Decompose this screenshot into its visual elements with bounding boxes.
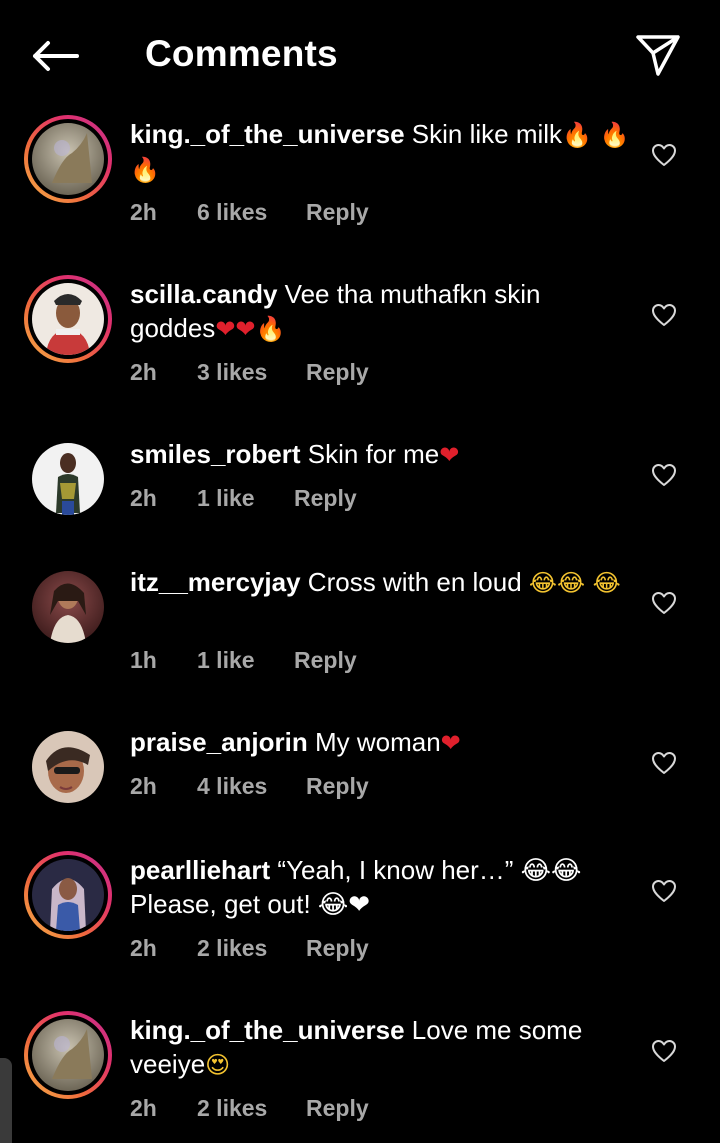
comment-likes[interactable]: 2 likes: [197, 1095, 306, 1122]
comment-time: 2h: [130, 199, 157, 225]
comment-time: 2h: [130, 773, 157, 799]
avatar[interactable]: [24, 1011, 112, 1099]
avatar[interactable]: [24, 723, 112, 811]
comment-emoji: ❤: [439, 441, 460, 469]
heart-outline-icon: [652, 1040, 676, 1062]
comment-emoji: ❤❤🔥: [215, 315, 286, 343]
avatar-image: [32, 731, 104, 803]
avatar[interactable]: [24, 275, 112, 363]
like-button[interactable]: [648, 459, 680, 491]
comment-meta: 2h 1 like Reply: [130, 485, 357, 512]
avatar[interactable]: [24, 115, 112, 203]
comment-emoji: 😂😂 😂: [528, 569, 621, 597]
comment-username[interactable]: smiles_robert: [130, 439, 301, 469]
avatar-image: [32, 859, 104, 931]
comment-username[interactable]: praise_anjorin: [130, 727, 308, 757]
comment-text: praise_anjorin My woman❤: [130, 725, 630, 760]
like-button[interactable]: [648, 747, 680, 779]
scroll-edge-handle[interactable]: [0, 1058, 12, 1143]
comment-username[interactable]: king._of_the_universe: [130, 119, 405, 149]
avatar[interactable]: [24, 851, 112, 939]
comment-text: itz__mercyjay Cross with en loud 😂😂 😂: [130, 565, 630, 600]
reply-button[interactable]: Reply: [306, 1095, 369, 1122]
like-button[interactable]: [648, 139, 680, 171]
avatar-image: [32, 123, 104, 195]
like-button[interactable]: [648, 299, 680, 331]
comment-username[interactable]: itz__mercyjay: [130, 567, 301, 597]
like-button[interactable]: [648, 875, 680, 907]
comment-meta: 2h 6 likes Reply: [130, 199, 369, 226]
comment-username[interactable]: pearlliehart: [130, 855, 270, 885]
heart-outline-icon: [652, 592, 676, 614]
comment-time: 2h: [130, 935, 157, 961]
reply-button[interactable]: Reply: [306, 199, 369, 226]
avatar[interactable]: [24, 435, 112, 523]
comment-list: king._of_the_universe Skin like milk🔥 🔥 …: [0, 0, 720, 1143]
comment-text: king._of_the_universe Love me some veeiy…: [130, 1013, 630, 1082]
comment-text: smiles_robert Skin for me❤: [130, 437, 630, 472]
like-button[interactable]: [648, 587, 680, 619]
comment-body: My woman: [314, 727, 441, 757]
comment-body: Skin like milk: [411, 119, 563, 149]
comment-time: 2h: [130, 485, 157, 511]
comment-meta: 1h 1 like Reply: [130, 647, 357, 674]
reply-button[interactable]: Reply: [306, 773, 369, 800]
comment-time: 2h: [130, 359, 157, 385]
comment-likes[interactable]: 1 like: [197, 647, 294, 674]
like-button[interactable]: [648, 1035, 680, 1067]
heart-outline-icon: [652, 464, 676, 486]
comment-text: scilla.candy Vee tha muthafkn skin godde…: [130, 277, 630, 346]
comment-emoji: 😍: [205, 1051, 231, 1079]
comment-likes[interactable]: 1 like: [197, 485, 294, 512]
avatar-image: [32, 283, 104, 355]
avatar-image: [32, 1019, 104, 1091]
comment-text: pearlliehart “Yeah, I know her…” 😂😂 Plea…: [130, 853, 630, 921]
comment-time: 1h: [130, 647, 157, 673]
heart-outline-icon: [652, 144, 676, 166]
heart-outline-icon: [652, 880, 676, 902]
comment-username[interactable]: scilla.candy: [130, 279, 277, 309]
reply-button[interactable]: Reply: [294, 485, 357, 512]
avatar-image: [32, 571, 104, 643]
comment-likes[interactable]: 6 likes: [197, 199, 306, 226]
comment-meta: 2h 2 likes Reply: [130, 1095, 369, 1122]
comment-likes[interactable]: 2 likes: [197, 935, 306, 962]
reply-button[interactable]: Reply: [294, 647, 357, 674]
comment-meta: 2h 3 likes Reply: [130, 359, 369, 386]
avatar[interactable]: [24, 563, 112, 651]
comment-likes[interactable]: 4 likes: [197, 773, 306, 800]
comment-body: Cross with en loud: [307, 567, 522, 597]
reply-button[interactable]: Reply: [306, 359, 369, 386]
heart-outline-icon: [652, 304, 676, 326]
reply-button[interactable]: Reply: [306, 935, 369, 962]
comment-meta: 2h 4 likes Reply: [130, 773, 369, 800]
comment-meta: 2h 2 likes Reply: [130, 935, 369, 962]
comment-body: Skin for me: [307, 439, 440, 469]
comment-text: king._of_the_universe Skin like milk🔥 🔥 …: [130, 117, 630, 187]
avatar-image: [32, 443, 104, 515]
comment-username[interactable]: king._of_the_universe: [130, 1015, 405, 1045]
heart-outline-icon: [652, 752, 676, 774]
comment-emoji: ❤: [440, 729, 461, 757]
comment-likes[interactable]: 3 likes: [197, 359, 306, 386]
comment-time: 2h: [130, 1095, 157, 1121]
